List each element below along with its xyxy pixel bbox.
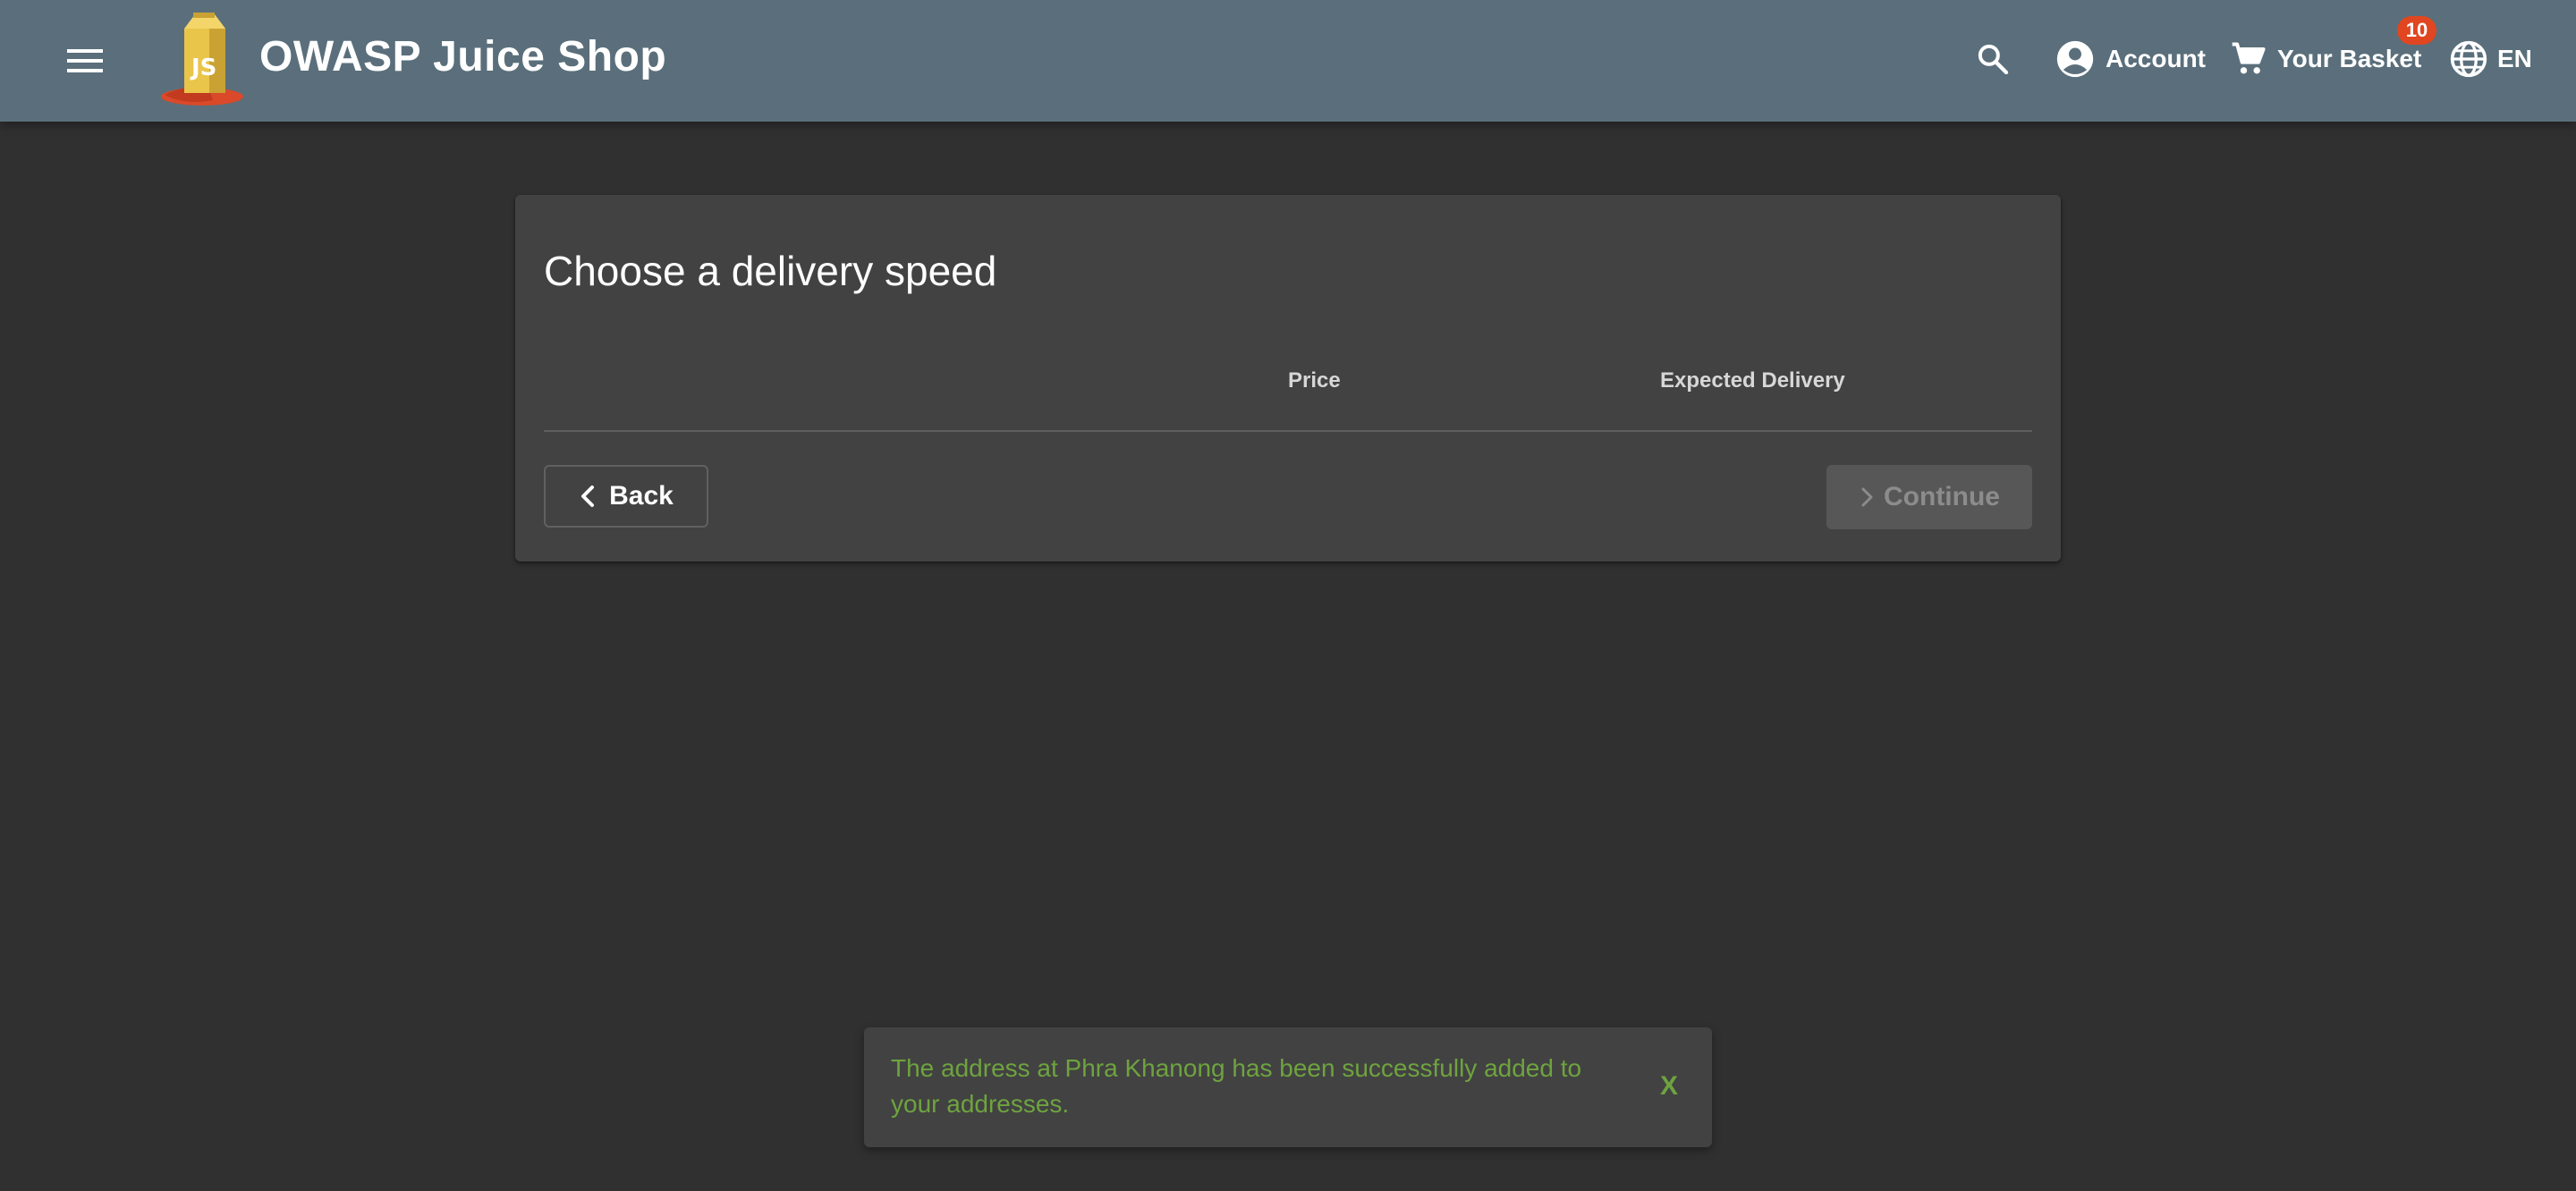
- language-button[interactable]: EN: [2449, 32, 2532, 86]
- account-circle-icon: [2056, 40, 2094, 78]
- column-header-expected-delivery: Expected Delivery: [1660, 368, 1845, 393]
- language-label: EN: [2497, 45, 2532, 72]
- basket-label: Your Basket: [2277, 45, 2422, 72]
- back-button-label: Back: [609, 481, 674, 511]
- page-title: Choose a delivery speed: [544, 248, 997, 294]
- search-button[interactable]: [1968, 32, 2018, 86]
- svg-text:JS: JS: [190, 55, 216, 81]
- snackbar-close-button[interactable]: X: [1651, 1067, 1687, 1106]
- continue-button[interactable]: Continue: [1826, 465, 2032, 529]
- table-divider: [544, 430, 2032, 432]
- basket-count-badge: 10: [2397, 16, 2436, 45]
- column-header-price: Price: [1288, 368, 1341, 393]
- app-title[interactable]: OWASP Juice Shop: [259, 30, 666, 84]
- globe-icon: [2450, 40, 2487, 78]
- chevron-left-icon: [581, 486, 595, 507]
- menu-button[interactable]: [55, 34, 114, 88]
- snackbar-notification: The address at Phra Khanong has been suc…: [864, 1027, 1712, 1147]
- juice-shop-logo[interactable]: JS: [157, 9, 250, 107]
- shopping-cart-icon: [2232, 42, 2266, 74]
- menu-icon: [67, 49, 103, 72]
- back-button[interactable]: Back: [544, 465, 708, 528]
- delivery-speed-card: Choose a delivery speed Price Expected D…: [515, 195, 2061, 562]
- account-button[interactable]: Account: [2055, 32, 2206, 86]
- chevron-right-icon: [1861, 487, 1873, 507]
- top-toolbar: JS OWASP Juice Shop Account Your Basket …: [0, 0, 2576, 122]
- continue-button-label: Continue: [1884, 482, 2000, 511]
- account-label: Account: [2106, 45, 2206, 72]
- snackbar-message: The address at Phra Khanong has been suc…: [891, 1054, 1582, 1118]
- basket-button[interactable]: Your Basket: [2229, 32, 2421, 86]
- search-icon: [1978, 44, 2009, 75]
